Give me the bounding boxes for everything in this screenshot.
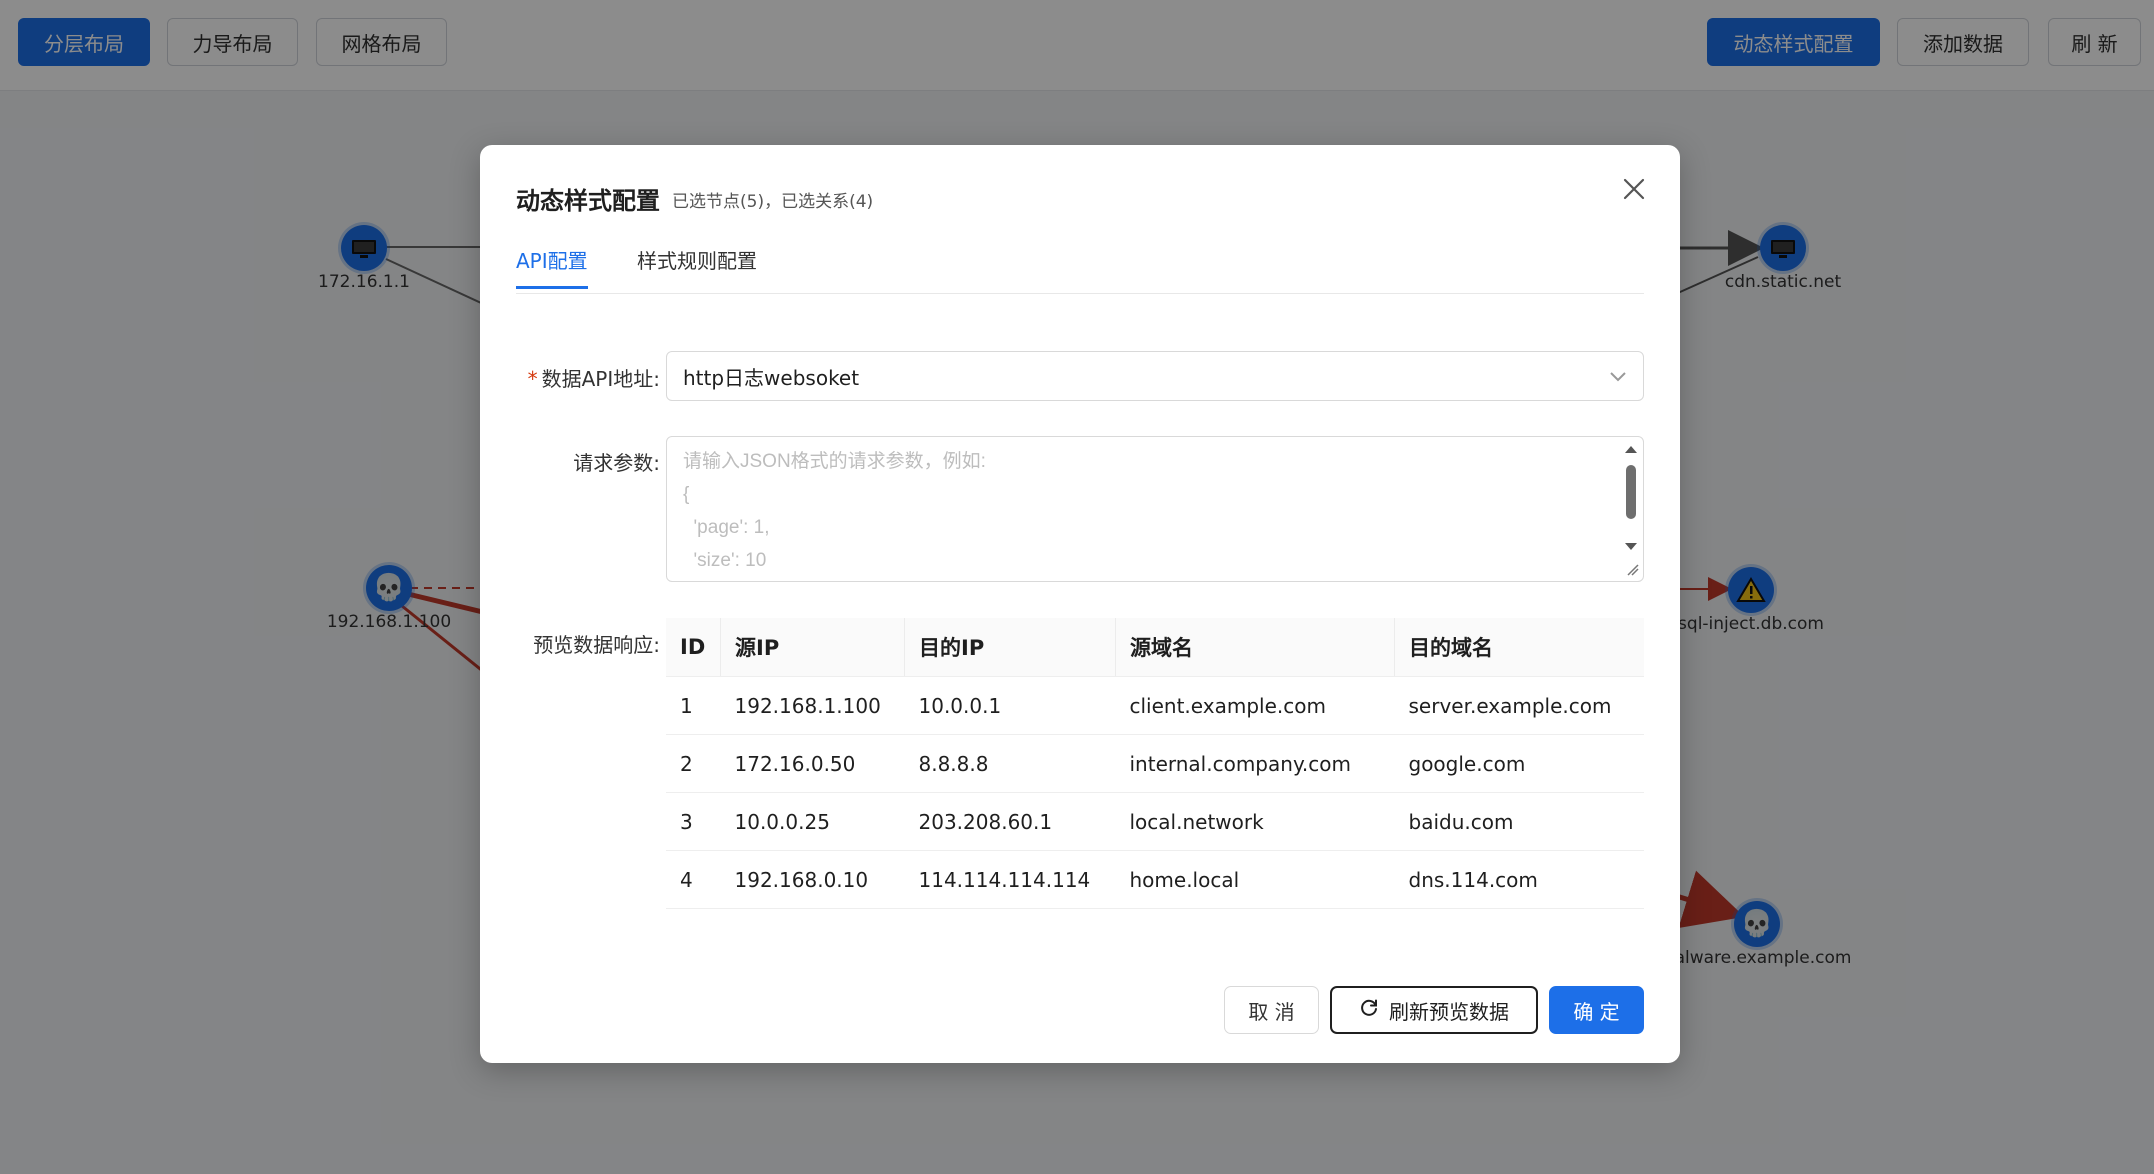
cell-src-ip: 192.168.1.100 xyxy=(720,676,905,735)
table-row: 2 172.16.0.50 8.8.8.8 internal.company.c… xyxy=(666,734,1644,793)
cell-src-domain: client.example.com xyxy=(1115,676,1395,735)
dynamic-style-config-dialog: 动态样式配置 已选节点(5)，已选关系(4) API配置 样式规则配置 * 数据A… xyxy=(480,145,1680,1063)
api-address-select[interactable]: http日志websoket xyxy=(666,351,1644,401)
preview-table: ID 源IP 目的IP 源域名 目的域名 1 192.168.1.100 10.… xyxy=(666,618,1644,909)
required-mark: * xyxy=(527,367,538,391)
selection-summary: 已选节点(5)，已选关系(4) xyxy=(672,192,874,212)
textarea-scrollbar[interactable] xyxy=(1621,439,1641,579)
cell-dst-domain: google.com xyxy=(1394,734,1644,793)
refresh-icon xyxy=(1359,998,1379,1023)
close-button[interactable] xyxy=(1616,173,1652,209)
cell-id: 3 xyxy=(666,792,721,851)
dialog-title: 动态样式配置 xyxy=(516,187,660,215)
cell-id: 1 xyxy=(666,676,721,735)
column-header-dst-domain[interactable]: 目的域名 xyxy=(1394,618,1644,677)
table-row: 1 192.168.1.100 10.0.0.1 client.example.… xyxy=(666,676,1644,735)
preview-response-label: 预览数据响应: xyxy=(533,633,660,657)
cell-dst-ip: 203.208.60.1 xyxy=(904,792,1116,851)
cell-src-ip: 192.168.0.10 xyxy=(720,850,905,909)
column-header-src-ip[interactable]: 源IP xyxy=(720,618,905,677)
cell-dst-domain: dns.114.com xyxy=(1394,850,1644,909)
cell-src-domain: local.network xyxy=(1115,792,1395,851)
cell-src-ip: 10.0.0.25 xyxy=(720,792,905,851)
column-header-dst-ip[interactable]: 目的IP xyxy=(904,618,1116,677)
cell-src-ip: 172.16.0.50 xyxy=(720,734,905,793)
cell-id: 4 xyxy=(666,850,721,909)
api-address-label: * 数据API地址: xyxy=(527,367,660,391)
cell-dst-ip: 8.8.8.8 xyxy=(904,734,1116,793)
cell-src-domain: internal.company.com xyxy=(1115,734,1395,793)
tab-api-config[interactable]: API配置 xyxy=(516,245,588,289)
cell-dst-ip: 114.114.114.114 xyxy=(904,850,1116,909)
refresh-preview-button[interactable]: 刷新预览数据 xyxy=(1330,986,1538,1034)
request-params-placeholder: 请输入JSON格式的请求参数，例如: { 'page': 1, 'size': … xyxy=(683,451,986,571)
cancel-button[interactable]: 取 消 xyxy=(1224,986,1319,1034)
api-address-value: http日志websoket xyxy=(683,365,860,390)
request-params-label: 请求参数: xyxy=(573,451,660,475)
chevron-down-icon xyxy=(1609,364,1627,388)
ok-button[interactable]: 确 定 xyxy=(1549,986,1644,1034)
dialog-tabs: API配置 样式规则配置 xyxy=(516,233,1644,294)
cell-dst-domain: baidu.com xyxy=(1394,792,1644,851)
cell-id: 2 xyxy=(666,734,721,793)
cell-dst-ip: 10.0.0.1 xyxy=(904,676,1116,735)
column-header-src-domain[interactable]: 源域名 xyxy=(1115,618,1395,677)
request-params-textarea[interactable]: 请输入JSON格式的请求参数，例如: { 'page': 1, 'size': … xyxy=(666,436,1644,582)
tab-style-rules[interactable]: 样式规则配置 xyxy=(637,245,757,286)
cell-src-domain: home.local xyxy=(1115,850,1395,909)
table-row: 4 192.168.0.10 114.114.114.114 home.loca… xyxy=(666,850,1644,909)
table-header-row: ID 源IP 目的IP 源域名 目的域名 xyxy=(666,618,1644,677)
refresh-preview-label: 刷新预览数据 xyxy=(1389,999,1509,1024)
close-icon xyxy=(1623,178,1645,204)
cell-dst-domain: server.example.com xyxy=(1394,676,1644,735)
column-header-id[interactable]: ID xyxy=(666,618,721,677)
table-row: 3 10.0.0.25 203.208.60.1 local.network b… xyxy=(666,792,1644,851)
